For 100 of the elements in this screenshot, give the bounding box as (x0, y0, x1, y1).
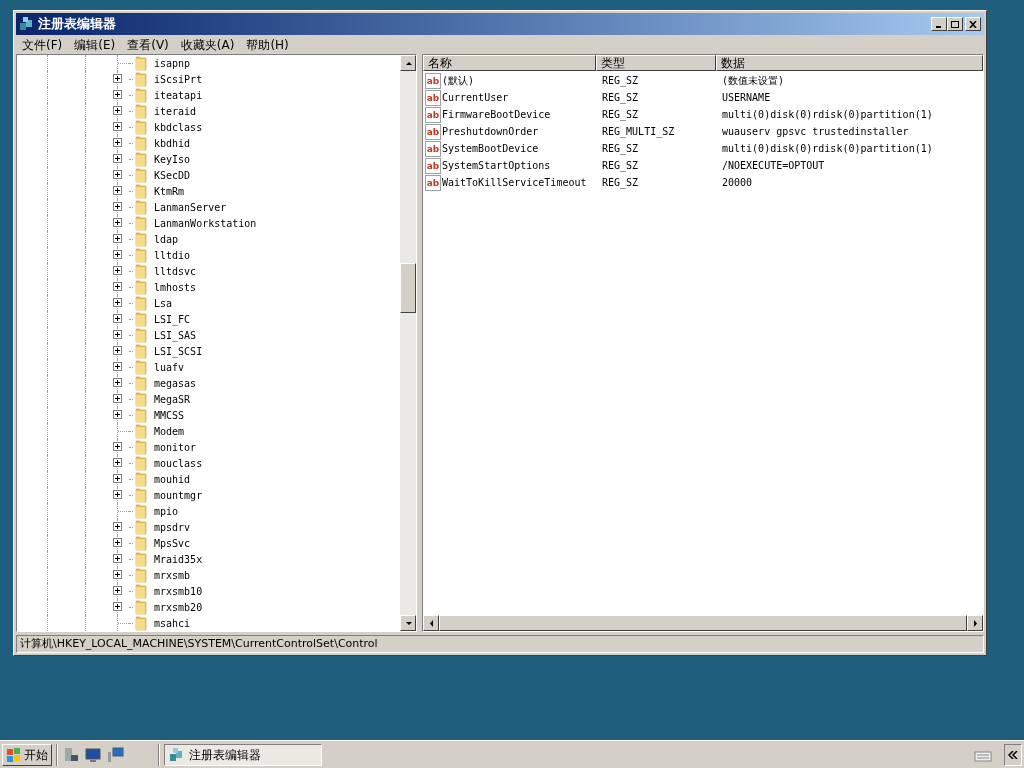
expand-plus-icon[interactable] (113, 202, 122, 211)
expand-plus-icon[interactable] (113, 442, 122, 451)
expand-plus-icon[interactable] (113, 266, 122, 275)
tree-item[interactable]: Mraid35x (154, 551, 203, 567)
tree-item[interactable]: ldap (154, 231, 179, 247)
expand-plus-icon[interactable] (113, 554, 122, 563)
scroll-left-button[interactable] (423, 615, 439, 631)
tree-item[interactable]: lltdio (154, 247, 191, 263)
value-name[interactable]: PreshutdownOrder (442, 124, 539, 139)
tree-item[interactable]: KSecDD (154, 167, 191, 183)
network-computer-icon[interactable] (106, 745, 124, 764)
expand-plus-icon[interactable] (113, 234, 122, 243)
scroll-right-button[interactable] (967, 615, 983, 631)
tree-item[interactable]: iteatapi (154, 87, 203, 103)
tree-item[interactable]: Modem (154, 423, 185, 439)
tree-item[interactable]: isapnp (154, 55, 191, 71)
taskbar-window-button[interactable]: 注册表编辑器 (164, 743, 322, 766)
expand-plus-icon[interactable] (113, 474, 122, 483)
monitor-icon[interactable] (84, 745, 102, 764)
tree-item[interactable]: luafv (154, 359, 185, 375)
expand-plus-icon[interactable] (113, 106, 122, 115)
scroll-down-button[interactable] (400, 615, 416, 631)
maximize-button[interactable] (947, 17, 963, 31)
column-header[interactable]: 数据 (716, 55, 983, 71)
tree-item[interactable]: mouclass (154, 455, 203, 471)
value-name[interactable]: (默认) (442, 73, 475, 88)
tree-item[interactable]: mrxsmb10 (154, 583, 203, 599)
tree-item[interactable]: LanmanWorkstation (154, 215, 257, 231)
tree-item[interactable]: iScsiPrt (154, 71, 203, 87)
tree-item[interactable]: iteraid (154, 103, 197, 119)
column-header[interactable]: 类型 (596, 55, 716, 71)
expand-plus-icon[interactable] (113, 410, 122, 419)
tree-item[interactable]: kbdclass (154, 119, 203, 135)
tree-item[interactable]: mpio (154, 503, 179, 519)
tree-item[interactable]: LanmanServer (154, 199, 227, 215)
expand-plus-icon[interactable] (113, 90, 122, 99)
expand-plus-icon[interactable] (113, 522, 122, 531)
expand-plus-icon[interactable] (113, 602, 122, 611)
tree-item[interactable]: lltdsvc (154, 263, 197, 279)
expand-plus-icon[interactable] (113, 154, 122, 163)
folder-icon (133, 311, 149, 327)
column-header[interactable]: 名称 (423, 55, 596, 71)
menu-item[interactable]: 查看(V) (121, 35, 175, 54)
expand-plus-icon[interactable] (113, 378, 122, 387)
scroll-up-button[interactable] (400, 55, 416, 71)
tree-item[interactable]: megasas (154, 375, 197, 391)
expand-plus-icon[interactable] (113, 282, 122, 291)
expand-plus-icon[interactable] (113, 138, 122, 147)
tree-item[interactable]: LSI_SCSI (154, 343, 203, 359)
tree-item[interactable]: LSI_FC (154, 311, 191, 327)
tree-item[interactable]: mpsdrv (154, 519, 191, 535)
tree-item[interactable]: LSI_SAS (154, 327, 197, 343)
tree-item[interactable]: MpsSvc (154, 535, 191, 551)
menu-item[interactable]: 文件(F) (16, 35, 69, 54)
value-data: wuauserv gpsvc trustedinstaller (721, 125, 909, 139)
expand-plus-icon[interactable] (113, 74, 122, 83)
value-name[interactable]: FirmwareBootDevice (442, 107, 551, 122)
start-button[interactable]: 开始 (2, 743, 52, 766)
expand-plus-icon[interactable] (113, 170, 122, 179)
value-name[interactable]: SystemBootDevice (442, 141, 539, 156)
expand-plus-icon[interactable] (113, 122, 122, 131)
menu-item[interactable]: 帮助(H) (240, 35, 295, 54)
tree-item[interactable]: lmhosts (154, 279, 197, 295)
expand-plus-icon[interactable] (113, 346, 122, 355)
tree-item[interactable]: msahci (154, 615, 191, 631)
expand-plus-icon[interactable] (113, 538, 122, 547)
tree-item[interactable]: KtmRm (154, 183, 185, 199)
string-value-icon: ab (425, 140, 441, 157)
menu-item[interactable]: 编辑(E) (68, 35, 122, 54)
expand-plus-icon[interactable] (113, 490, 122, 499)
tree-item[interactable]: Lsa (154, 295, 173, 311)
value-name[interactable]: WaitToKillServiceTimeout (442, 175, 587, 190)
show-hidden-icons-button[interactable] (1004, 743, 1022, 766)
value-name[interactable]: CurrentUser (442, 90, 509, 105)
expand-plus-icon[interactable] (113, 570, 122, 579)
tree-item[interactable]: MegaSR (154, 391, 191, 407)
expand-plus-icon[interactable] (113, 458, 122, 467)
expand-plus-icon[interactable] (113, 586, 122, 595)
tree-item[interactable]: monitor (154, 439, 197, 455)
minimize-button[interactable] (931, 17, 947, 31)
expand-plus-icon[interactable] (113, 314, 122, 323)
expand-plus-icon[interactable] (113, 250, 122, 259)
expand-plus-icon[interactable] (113, 362, 122, 371)
tree-item[interactable]: MMCSS (154, 407, 185, 423)
expand-plus-icon[interactable] (113, 218, 122, 227)
tree-item[interactable]: mountmgr (154, 487, 203, 503)
scroll-thumb[interactable] (400, 263, 416, 313)
expand-plus-icon[interactable] (113, 330, 122, 339)
tree-item[interactable]: mouhid (154, 471, 191, 487)
expand-plus-icon[interactable] (113, 298, 122, 307)
expand-plus-icon[interactable] (113, 394, 122, 403)
vertical-scrollbar[interactable] (400, 55, 416, 631)
tree-item[interactable]: mrxsmb (154, 567, 191, 583)
expand-plus-icon[interactable] (113, 186, 122, 195)
value-name[interactable]: SystemStartOptions (442, 158, 551, 173)
close-button[interactable] (965, 17, 981, 31)
tree-item[interactable]: KeyIso (154, 151, 191, 167)
tree-item[interactable]: kbdhid (154, 135, 191, 151)
menu-item[interactable]: 收藏夹(A) (174, 35, 241, 54)
tree-item[interactable]: mrxsmb20 (154, 599, 203, 615)
